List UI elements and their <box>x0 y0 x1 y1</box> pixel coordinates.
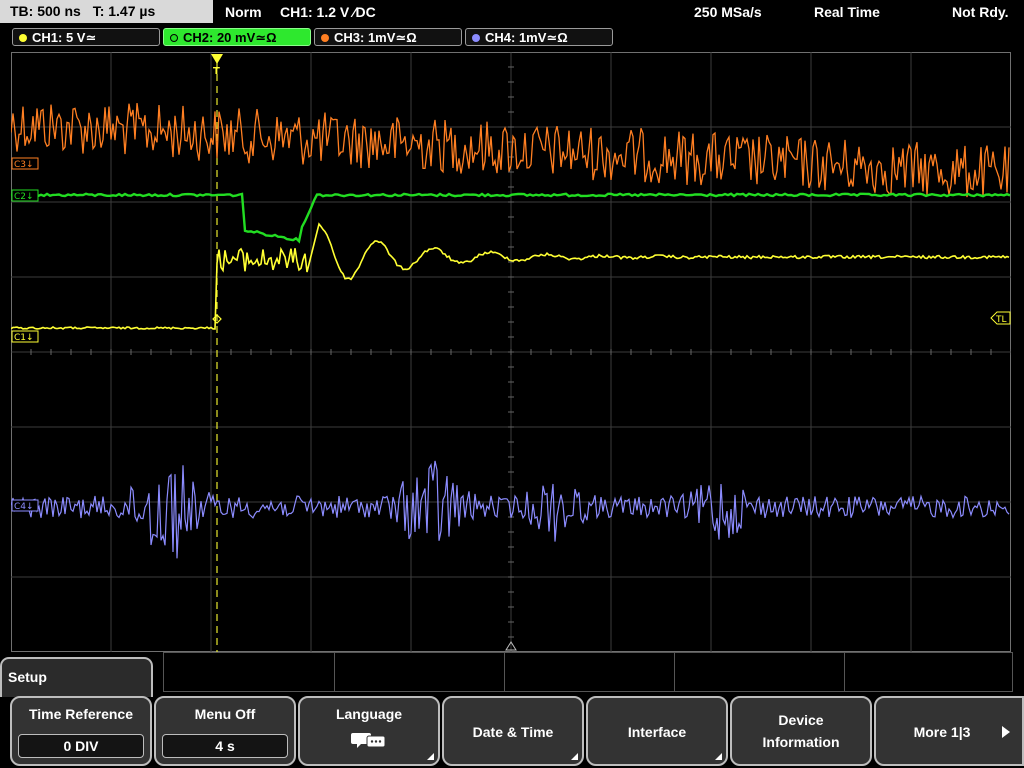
date-time-label: Date & Time <box>472 724 554 740</box>
device-information-button[interactable]: Device Information <box>730 696 872 766</box>
ch4-offset-marker[interactable]: C4↓ <box>11 499 39 512</box>
ch2-dot-icon <box>170 34 178 42</box>
ch4-label: CH4: 1mV≃Ω <box>485 30 568 45</box>
trigger-pos-label: T <box>213 66 220 77</box>
ch3-marker-label: C3↓ <box>14 160 34 170</box>
language-label: Language <box>335 706 403 722</box>
device-label-line2: Information <box>762 734 840 750</box>
ch4-marker-label: C4↓ <box>14 502 34 512</box>
time-reference-label: Time Reference <box>28 706 133 722</box>
speech-bubble-icon <box>351 733 386 748</box>
trigger-position-icon[interactable] <box>211 54 223 64</box>
ch1-offset-marker[interactable]: C1↓ <box>11 330 39 343</box>
ch2-label: CH2: 20 mV≃Ω <box>183 30 277 45</box>
arrow-right-icon <box>1002 726 1010 738</box>
ch3-offset-marker[interactable]: C3↓ <box>11 157 39 170</box>
ch3-label: CH3: 1mV≃Ω <box>334 30 417 45</box>
acquisition-mode: Real Time <box>814 4 880 20</box>
more-button[interactable]: More 1|3 <box>874 696 1024 766</box>
ch4-trace <box>11 460 1010 559</box>
ch3-dot-icon <box>321 34 329 42</box>
trigger-level-marker[interactable]: TL <box>990 311 1011 325</box>
ch3-trace <box>11 103 1010 198</box>
tab-ch3[interactable]: CH3: 1mV≃Ω <box>314 28 462 46</box>
ch2-offset-marker[interactable]: C2↓ <box>11 189 39 202</box>
timebase-readout: TB: 500 ns <box>10 3 81 19</box>
menu-off-value: 4 s <box>162 734 288 758</box>
trigger-time-readout: T: 1.47 µs <box>92 3 156 19</box>
waveform-display[interactable]: T C3↓ C2↓ C1↓ C4↓ TL <box>11 52 1011 652</box>
ch1-label: CH1: 5 V≃ <box>32 30 97 45</box>
submenu-indicator-icon <box>571 753 578 760</box>
graticule <box>11 52 1011 652</box>
device-label-line1: Device <box>778 712 824 728</box>
menu-off-button[interactable]: Menu Off 4 s <box>154 696 296 766</box>
trigger-source[interactable]: CH1: 1.2 V ∕DC <box>280 0 376 24</box>
ch4-dot-icon <box>472 34 480 42</box>
info-cell <box>334 653 505 691</box>
info-cell <box>164 653 335 691</box>
sample-rate: 250 MSa/s <box>694 4 762 20</box>
tab-ch1[interactable]: CH1: 5 V≃ <box>12 28 160 46</box>
ch1-dot-icon <box>19 34 27 42</box>
interface-button[interactable]: Interface <box>586 696 728 766</box>
ch2-marker-label: C2↓ <box>14 192 34 202</box>
tab-ch2[interactable]: CH2: 20 mV≃Ω <box>163 28 311 46</box>
submenu-indicator-icon <box>427 753 434 760</box>
tab-ch4[interactable]: CH4: 1mV≃Ω <box>465 28 613 46</box>
info-strip <box>163 652 1013 692</box>
info-cell <box>504 653 675 691</box>
submenu-indicator-icon <box>715 753 722 760</box>
ch1-marker-label: C1↓ <box>14 333 34 343</box>
date-time-button[interactable]: Date & Time <box>442 696 584 766</box>
time-reference-button[interactable]: Time Reference 0 DIV <box>10 696 152 766</box>
menu-off-label: Menu Off <box>194 706 256 722</box>
timebase-box[interactable]: TB: 500 ns T: 1.47 µs <box>0 0 213 23</box>
time-reference-value: 0 DIV <box>18 734 144 758</box>
waveform-canvas: T C3↓ C2↓ C1↓ C4↓ TL <box>11 52 1011 652</box>
acquisition-state: Not Rdy. <box>952 4 1009 20</box>
trigger-level-label: TL <box>995 315 1007 325</box>
trigger-mode[interactable]: Norm <box>225 0 262 24</box>
info-cell <box>674 653 845 691</box>
more-label: More 1|3 <box>913 724 971 740</box>
interface-label: Interface <box>627 724 687 740</box>
menu-title: Setup <box>8 669 47 685</box>
language-button[interactable]: Language <box>298 696 440 766</box>
